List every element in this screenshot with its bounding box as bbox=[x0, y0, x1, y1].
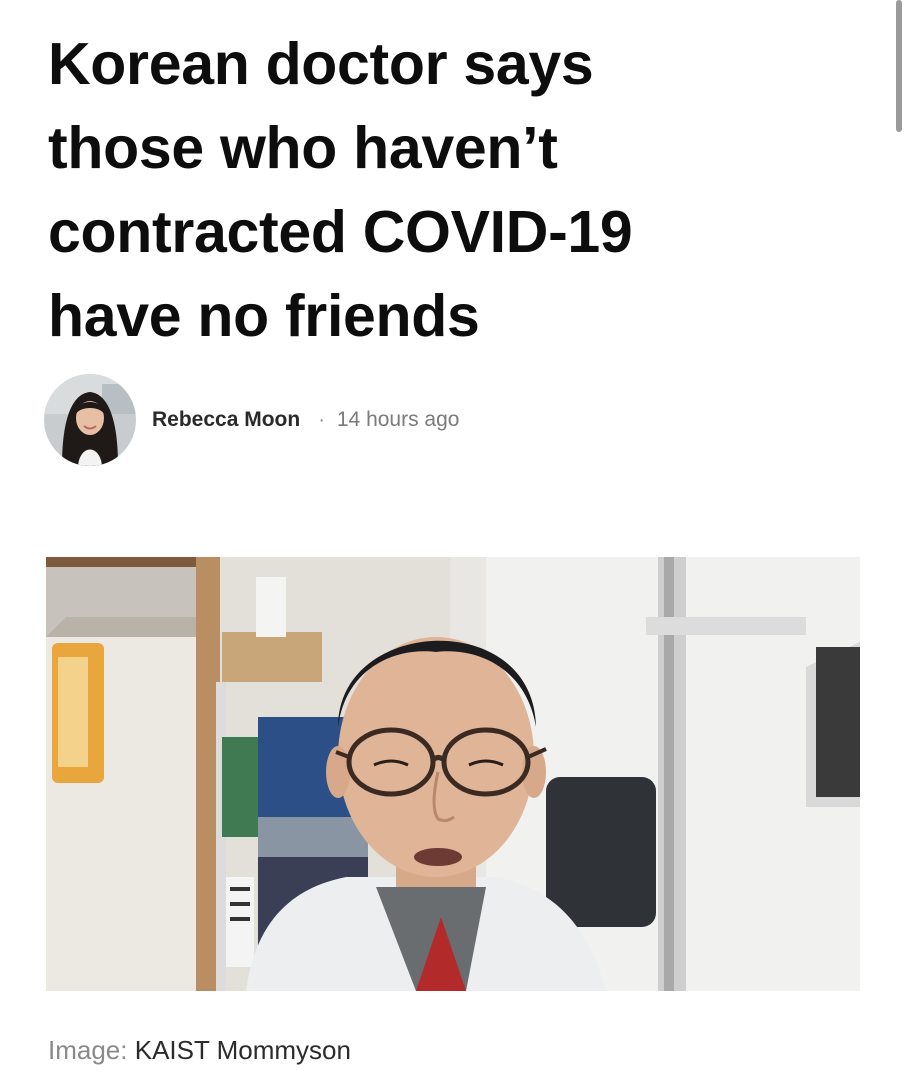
image-caption: Image: KAIST Mommyson bbox=[48, 1034, 351, 1066]
scrollbar[interactable] bbox=[896, 0, 902, 132]
headline-line: Korean doctor says bbox=[48, 31, 594, 97]
doctor-video-still-icon bbox=[46, 557, 860, 991]
byline: Rebecca Moon · 14 hours ago bbox=[44, 372, 459, 468]
headline-line: contracted COVID-19 bbox=[48, 199, 633, 265]
article-headline: Korean doctor says those who haven’t con… bbox=[48, 22, 868, 358]
hero-image[interactable] bbox=[46, 557, 860, 991]
author-avatar[interactable] bbox=[44, 374, 136, 466]
caption-credit: KAIST Mommyson bbox=[134, 1035, 351, 1065]
author-photo-icon bbox=[44, 374, 136, 466]
headline-line: those who haven’t bbox=[48, 115, 558, 181]
headline-line: have no friends bbox=[48, 283, 480, 349]
byline-separator: · bbox=[318, 408, 325, 431]
publish-time: 14 hours ago bbox=[336, 408, 460, 431]
author-name[interactable]: Rebecca Moon bbox=[152, 408, 300, 432]
article-page: Korean doctor says those who haven’t con… bbox=[0, 0, 906, 1074]
caption-label: Image: bbox=[48, 1035, 128, 1065]
